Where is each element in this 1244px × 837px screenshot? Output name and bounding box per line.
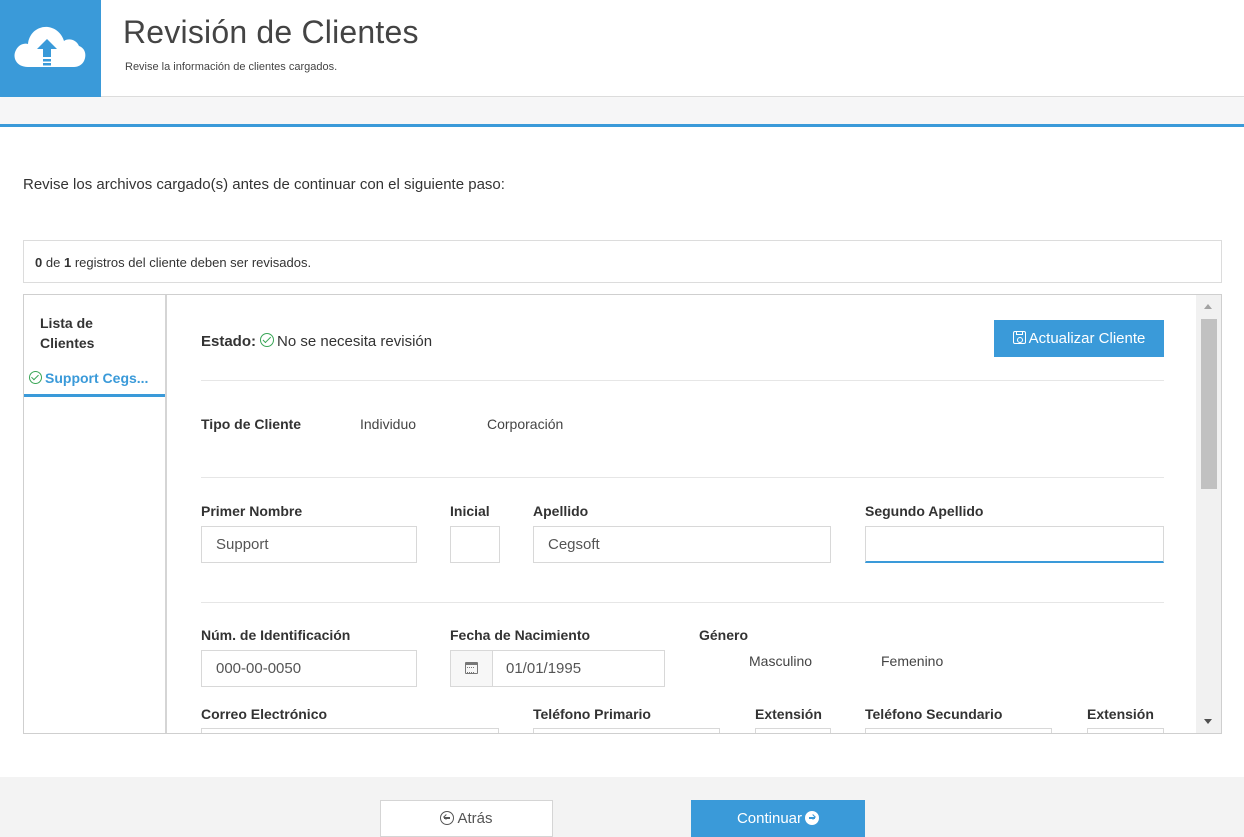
reviewed-count: 0 — [35, 255, 43, 270]
arrow-right-circle-icon — [805, 811, 820, 825]
secondary-phone-field[interactable] — [865, 728, 1052, 733]
back-button-label: Atrás — [457, 810, 493, 827]
update-client-label: Actualizar Cliente — [1028, 330, 1146, 347]
header-accent-line — [0, 124, 1244, 127]
divider — [201, 602, 1164, 603]
primary-phone-field[interactable] — [533, 728, 720, 733]
page-title: Revisión de Clientes — [123, 14, 419, 50]
update-client-button[interactable]: Actualizar Cliente — [994, 320, 1164, 357]
gender-male-option[interactable]: Masculino — [749, 653, 812, 669]
back-button[interactable]: Atrás — [380, 800, 553, 837]
divider — [201, 477, 1164, 478]
continue-button-label: Continuar — [736, 810, 803, 827]
primary-extension-label: Extensión — [755, 706, 822, 722]
id-number-field[interactable]: 000-00-0050 — [201, 650, 417, 687]
initial-field[interactable] — [450, 526, 500, 563]
check-circle-icon — [29, 371, 42, 384]
save-icon — [1012, 331, 1026, 344]
cloud-upload-icon — [14, 26, 86, 67]
check-circle-icon — [260, 333, 275, 347]
status-line: Estado: No se necesita revisión — [201, 333, 432, 350]
id-number-label: Núm. de Identificación — [201, 627, 351, 643]
form-scrollbar[interactable] — [1196, 295, 1221, 733]
continue-button[interactable]: Continuar — [691, 800, 865, 837]
first-name-field[interactable]: Support — [201, 526, 417, 563]
client-list-heading: Lista de Clientes — [40, 315, 95, 351]
page-header: Revisión de Clientes Revise la informaci… — [0, 0, 1244, 97]
divider — [201, 380, 1164, 381]
gender-label: Género — [699, 627, 749, 643]
second-last-name-field[interactable] — [865, 526, 1164, 563]
status-value: No se necesita revisión — [277, 333, 433, 350]
birth-date-label: Fecha de Nacimiento — [450, 627, 591, 643]
last-name-label: Apellido — [533, 503, 589, 519]
header-band — [0, 98, 1244, 124]
total-count: 1 — [63, 255, 72, 270]
client-type-label: Tipo de Cliente — [201, 416, 302, 432]
arrow-left-circle-icon — [440, 811, 455, 825]
client-list-sidebar: Lista de Clientes Support Cegs... — [24, 295, 167, 733]
instructions-text: Revise los archivos cargado(s) antes de … — [23, 176, 505, 193]
primary-extension-field[interactable] — [755, 728, 831, 733]
gender-female-option[interactable]: Femenino — [881, 653, 943, 669]
second-last-name-label: Segundo Apellido — [865, 503, 984, 519]
initial-label: Inicial — [450, 503, 490, 519]
calendar-icon — [465, 662, 478, 674]
secondary-extension-label: Extensión — [1087, 706, 1154, 722]
status-label: Estado: — [201, 333, 257, 350]
count-suffix: registros del cliente deben ser revisado… — [74, 255, 312, 270]
last-name-field[interactable]: Cegsoft — [533, 526, 831, 563]
birth-date-value: 01/01/1995 — [506, 660, 582, 677]
secondary-extension-field[interactable] — [1087, 728, 1164, 733]
review-count-banner: 0 de 1 registros del cliente deben ser r… — [23, 240, 1222, 283]
email-field[interactable] — [201, 728, 499, 733]
scroll-thumb[interactable] — [1201, 319, 1217, 489]
client-review-panel: Lista de Clientes Support Cegs... Estado… — [23, 294, 1222, 734]
secondary-phone-label: Teléfono Secundario — [865, 706, 1003, 722]
app-logo — [0, 0, 101, 97]
page-subtitle: Revise la información de clientes cargad… — [125, 61, 338, 73]
birth-date-field[interactable]: 01/01/1995 — [450, 650, 665, 687]
footer-bar: Atrás Continuar — [0, 777, 1244, 837]
client-list-item-label: Support Cegs... — [45, 370, 149, 386]
calendar-button[interactable] — [451, 651, 493, 686]
client-type-corporation-option[interactable]: Corporación — [487, 416, 563, 432]
first-name-label: Primer Nombre — [201, 503, 303, 519]
client-form: Estado: No se necesita revisión Actualiza… — [168, 295, 1196, 733]
primary-phone-label: Teléfono Primario — [533, 706, 651, 722]
scroll-down-arrow-icon[interactable] — [1204, 719, 1212, 724]
scroll-up-arrow-icon[interactable] — [1204, 304, 1212, 309]
email-label: Correo Electrónico — [201, 706, 328, 722]
client-list-item[interactable]: Support Cegs... — [24, 365, 165, 397]
count-connector: de — [45, 255, 61, 270]
client-type-individual-option[interactable]: Individuo — [360, 416, 416, 432]
